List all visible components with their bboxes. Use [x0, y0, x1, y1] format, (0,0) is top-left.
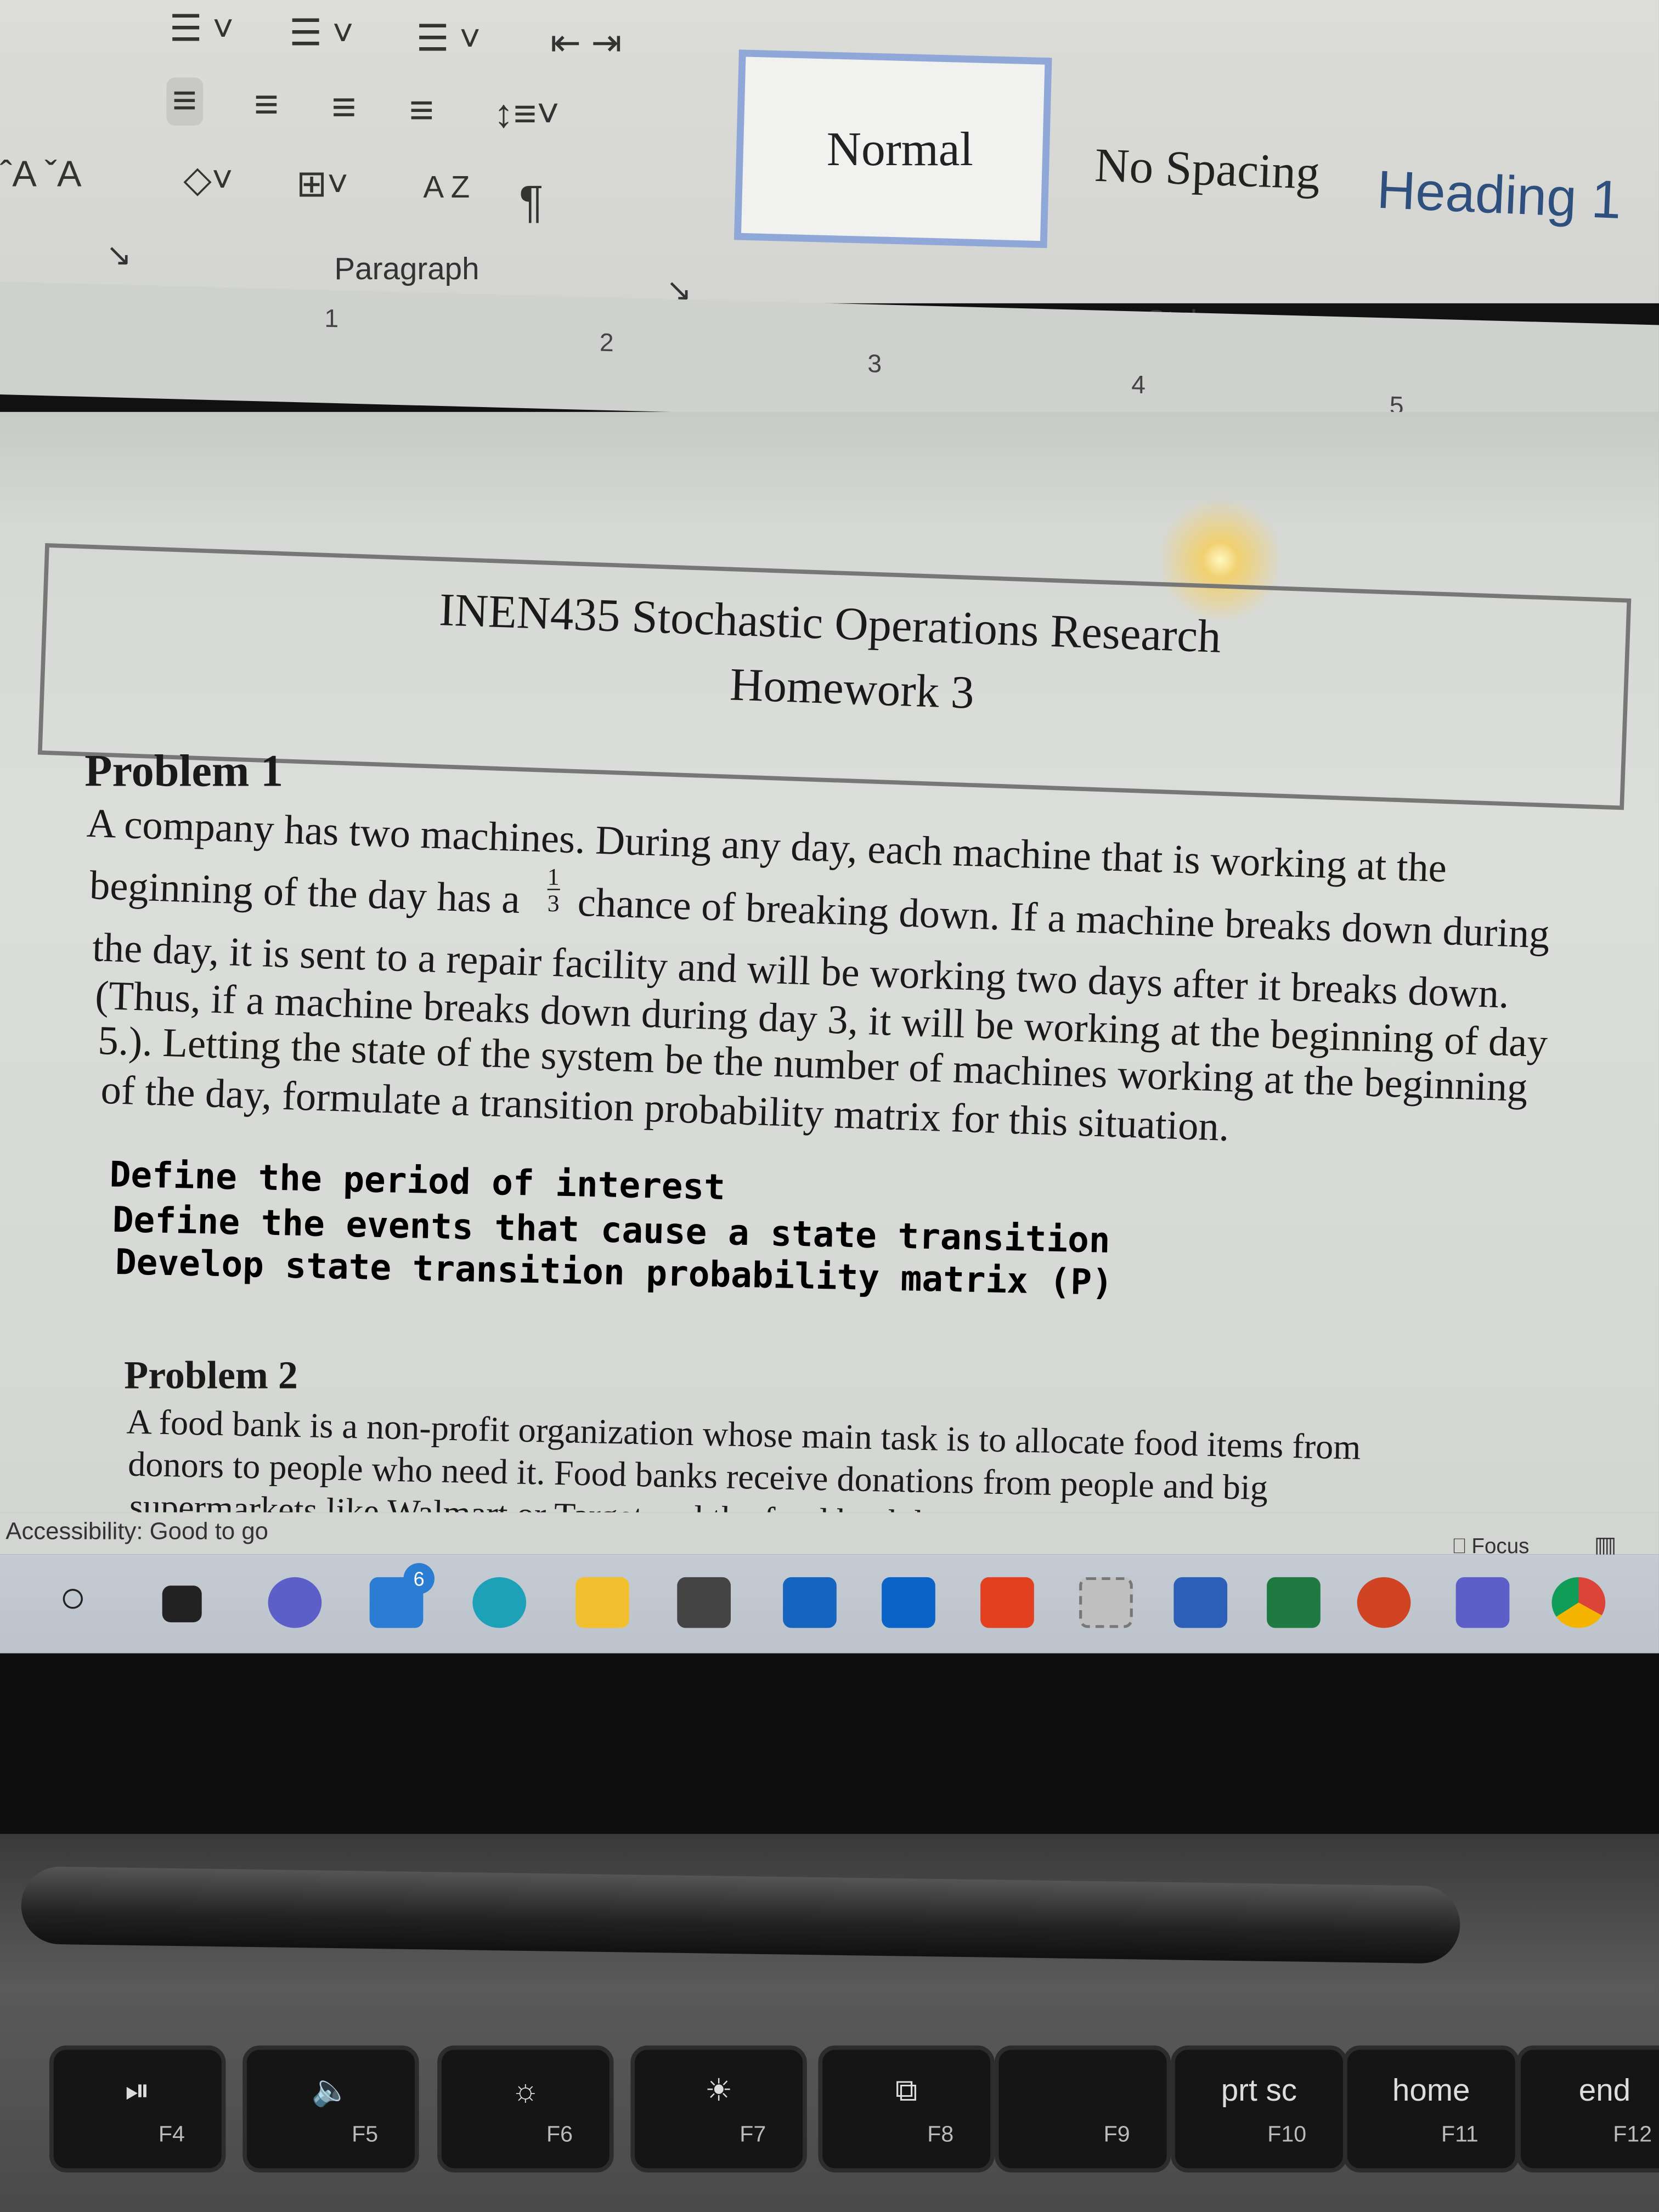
- line-spacing-button[interactable]: ↕≡˅: [494, 92, 560, 137]
- store-icon[interactable]: [677, 1577, 731, 1628]
- key-f10[interactable]: prt sc F10: [1171, 2045, 1347, 2172]
- dell-icon[interactable]: [783, 1577, 837, 1628]
- mute-icon: 🔈: [311, 2072, 351, 2108]
- shading-button[interactable]: ◇˅: [183, 158, 233, 202]
- style-heading-1[interactable]: Heading 1: [1375, 161, 1623, 233]
- brightness-down-icon: ☼: [511, 2072, 540, 2108]
- key-label: F4: [158, 2123, 185, 2147]
- key-f5[interactable]: 🔈 F5: [242, 2045, 419, 2172]
- align-right-button[interactable]: ≡: [331, 84, 356, 132]
- ruler-number: 2: [599, 328, 614, 357]
- key-f7[interactable]: ☀ F7: [630, 2045, 807, 2172]
- header-subtitle: Homework 3: [729, 660, 975, 720]
- status-bar: Accessibility: Good to go ⎕ Focus ▥: [0, 1512, 1659, 1559]
- paragraph-group-label: Paragraph: [334, 251, 479, 286]
- bullets-button[interactable]: ☰ ˅: [170, 7, 234, 51]
- show-formatting-button[interactable]: ¶: [519, 176, 543, 228]
- key-top: prt sc: [1221, 2072, 1297, 2108]
- ruler-number: 1: [324, 304, 339, 333]
- numbering-button[interactable]: ☰ ˅: [289, 12, 354, 55]
- key-f12[interactable]: end F12: [1516, 2045, 1659, 2172]
- display-icon: ⧉: [895, 2072, 918, 2108]
- ruler-number: 3: [867, 349, 882, 379]
- key-label: F9: [1103, 2123, 1130, 2147]
- font-size-buttons[interactable]: ˆA ˇA: [0, 153, 82, 196]
- font-dialog-launcher-icon[interactable]: ↘: [106, 237, 132, 274]
- key-label: F8: [927, 2123, 954, 2147]
- multilevel-list-button[interactable]: ☰ ˅: [416, 17, 481, 61]
- borders-button[interactable]: ⊞˅: [296, 162, 348, 206]
- teams-meet-icon[interactable]: [268, 1577, 322, 1628]
- fraction-denominator: 3: [547, 888, 560, 917]
- problem1-title: Problem 1: [84, 744, 284, 796]
- problem2-title: Problem 2: [124, 1354, 298, 1398]
- align-left-button[interactable]: ≡: [166, 77, 203, 126]
- snipping-tool-icon[interactable]: [1079, 1577, 1133, 1628]
- word-icon[interactable]: [1173, 1577, 1228, 1628]
- powerpoint-icon[interactable]: [1357, 1577, 1411, 1628]
- problem2-line: supermarkets like Walmart or Target and …: [129, 1488, 1342, 1513]
- key-f11[interactable]: home F11: [1342, 2045, 1520, 2172]
- brightness-up-icon: ☀: [704, 2072, 733, 2108]
- clipped-line-wrapper: supermarkets like Walmart or Target and …: [0, 1488, 1659, 1513]
- edge-icon[interactable]: [472, 1577, 527, 1628]
- chrome-icon[interactable]: [1551, 1577, 1606, 1628]
- key-label: F11: [1441, 2123, 1479, 2147]
- ruler-number: 4: [1131, 370, 1146, 399]
- task-view-icon[interactable]: [162, 1585, 202, 1623]
- outlook-icon[interactable]: [882, 1577, 935, 1628]
- indent-buttons[interactable]: ⇤ ⇥: [550, 21, 622, 65]
- key-f9[interactable]: F9: [994, 2045, 1171, 2172]
- fraction: 13: [547, 863, 560, 917]
- teams-icon[interactable]: [1455, 1577, 1510, 1628]
- mail-icon[interactable]: 6: [369, 1563, 435, 1628]
- taskbar: ○ 6: [0, 1554, 1659, 1654]
- key-top: home: [1392, 2072, 1470, 2108]
- align-center-button[interactable]: ≡: [254, 82, 279, 129]
- accessibility-status[interactable]: Accessibility: Good to go: [5, 1518, 268, 1546]
- key-label: F10: [1267, 2123, 1307, 2147]
- search-icon[interactable]: ○: [59, 1572, 87, 1624]
- ribbon: ˆA ˇA ☰ ˅ ☰ ˅ ☰ ˅ ⇤ ⇥ ≡ ≡ ≡ ≡ ↕≡˅ ◇˅ ⊞˅ …: [0, 0, 1659, 338]
- style-normal-label: Normal: [826, 124, 973, 177]
- file-explorer-icon[interactable]: [575, 1577, 629, 1628]
- key-f6[interactable]: ☼ F6: [437, 2045, 614, 2172]
- key-label: F12: [1613, 2123, 1652, 2147]
- play-pause-icon: ⏯: [125, 2072, 150, 2108]
- sort-button[interactable]: A Z: [423, 170, 470, 206]
- justify-button[interactable]: ≡: [409, 87, 434, 135]
- office-icon[interactable]: [980, 1577, 1034, 1628]
- key-f8[interactable]: ⧉ F8: [818, 2045, 995, 2172]
- key-label: F5: [352, 2123, 379, 2147]
- key-label: F7: [740, 2123, 766, 2147]
- key-top: end: [1578, 2072, 1631, 2108]
- excel-icon[interactable]: [1267, 1577, 1321, 1628]
- fraction-numerator: 1: [547, 863, 560, 890]
- key-f4[interactable]: ⏯ F4: [49, 2045, 226, 2172]
- mail-badge: 6: [403, 1563, 435, 1594]
- key-label: F6: [546, 2123, 573, 2147]
- style-no-spacing[interactable]: No Spacing: [1094, 140, 1321, 201]
